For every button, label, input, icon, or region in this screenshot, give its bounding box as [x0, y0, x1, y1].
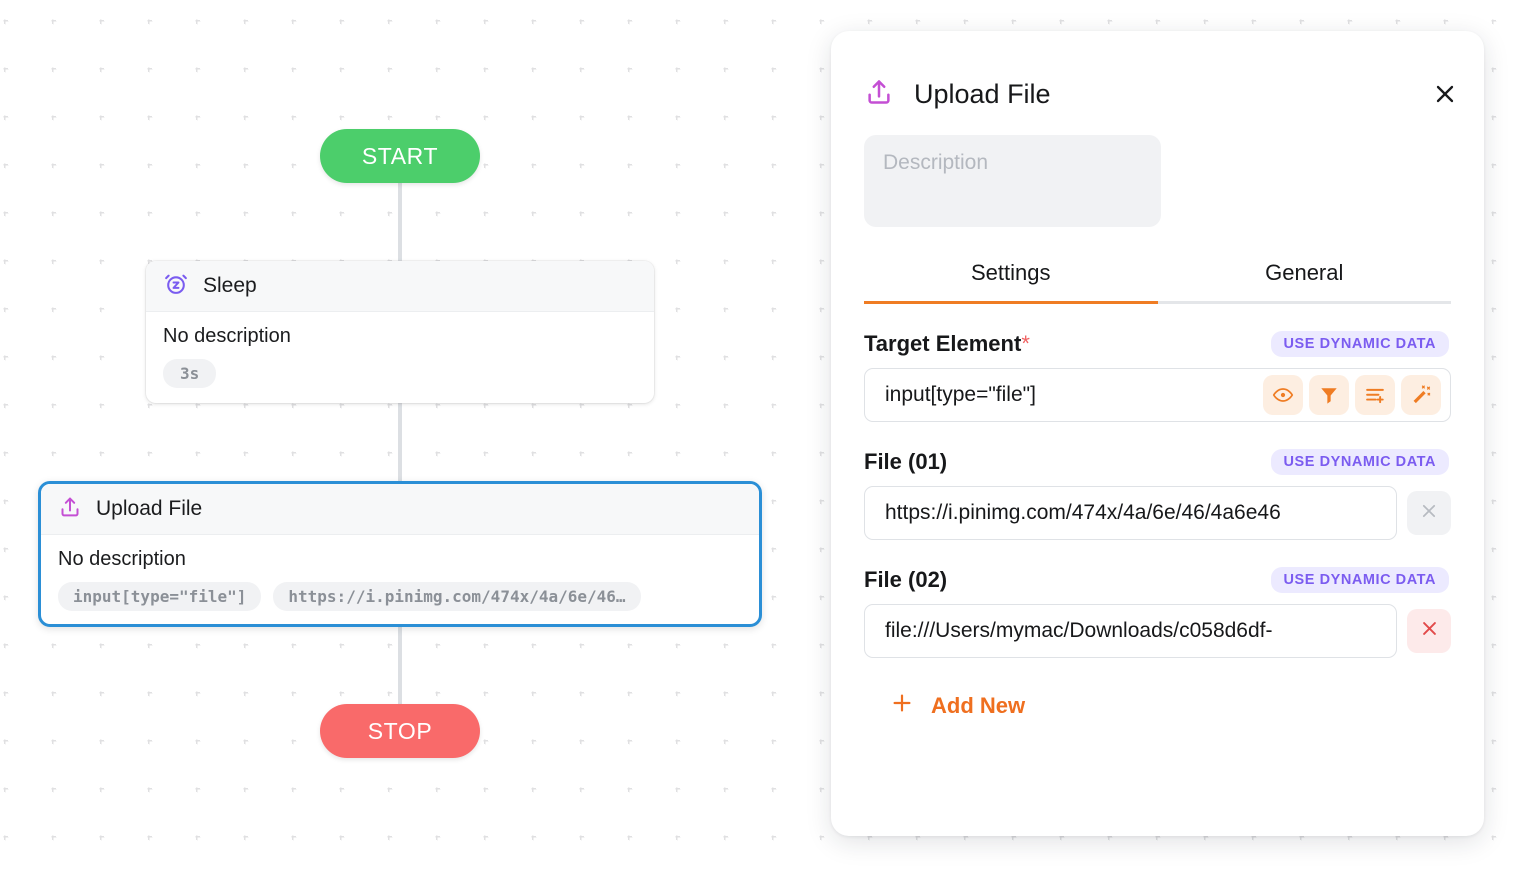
required-marker: *: [1021, 331, 1030, 356]
file-01-input-wrapper[interactable]: [864, 486, 1397, 540]
field-target-element-header: Target Element* USE DYNAMIC DATA: [864, 331, 1451, 357]
list-plus-icon[interactable]: [1355, 375, 1395, 415]
stop-node[interactable]: STOP: [320, 704, 480, 758]
upload-file-icon: [864, 77, 894, 112]
delete-file-02-button[interactable]: [1407, 609, 1451, 653]
start-node[interactable]: START: [320, 129, 480, 183]
target-element-tools: [1263, 375, 1441, 415]
flow-node-sleep-header: Sleep: [146, 261, 654, 312]
eye-icon[interactable]: [1263, 375, 1303, 415]
flow-node-sleep-description: No description: [163, 325, 291, 347]
add-new-file-button[interactable]: Add New: [864, 691, 1451, 720]
flow-node-upload-file-description: No description: [58, 548, 186, 570]
field-file-01-header: File (01) USE DYNAMIC DATA: [864, 449, 1451, 475]
tab-settings[interactable]: Settings: [864, 260, 1158, 304]
close-icon[interactable]: [1428, 77, 1462, 111]
filter-funnel-icon[interactable]: [1309, 375, 1349, 415]
add-new-label: Add New: [931, 692, 1026, 718]
page-title: Upload File: [914, 79, 1051, 109]
flow-node-sleep-title: Sleep: [203, 274, 257, 297]
flow-node-sleep[interactable]: Sleep No description 3s: [146, 261, 654, 403]
node-settings-panel: Upload File Settings General Target Elem…: [831, 31, 1484, 836]
field-file-02-label: File (02): [864, 567, 948, 592]
flow-node-upload-file-chips: input[type="file"] https://i.pinimg.com/…: [58, 582, 742, 611]
target-element-input[interactable]: [885, 383, 1263, 407]
upload-file-icon: [58, 495, 82, 524]
flow-node-upload-file-title: Upload File: [96, 497, 203, 520]
tab-general[interactable]: General: [1158, 260, 1452, 304]
target-element-input-wrapper[interactable]: [864, 368, 1451, 422]
field-file-01-row: [864, 486, 1451, 540]
file-02-input[interactable]: [885, 619, 1387, 643]
file-02-input-wrapper[interactable]: [864, 604, 1397, 658]
flow-node-upload-file[interactable]: Upload File No description input[type="f…: [38, 481, 762, 627]
connector-start-to-sleep: [398, 180, 402, 262]
panel-tabs: Settings General: [864, 260, 1451, 304]
use-dynamic-data-badge-target-element[interactable]: USE DYNAMIC DATA: [1270, 331, 1449, 357]
flow-node-upload-file-body: No description input[type="file"] https:…: [41, 535, 759, 611]
plus-icon: [890, 691, 914, 720]
alarm-clock-z-icon: [163, 271, 189, 302]
flow-node-chip-target-element: input[type="file"]: [58, 582, 262, 611]
settings-form: Target Element* USE DYNAMIC DATA input[t…: [831, 331, 1484, 720]
field-target-element: Target Element* USE DYNAMIC DATA: [864, 331, 1451, 422]
field-file-02: File (02) USE DYNAMIC DATA: [864, 567, 1451, 658]
connector-upload-to-stop: [398, 627, 402, 707]
connector-sleep-to-upload: [398, 401, 402, 483]
flow-node-chip-file-url: https://i.pinimg.com/474x/4a/6e/46…: [273, 582, 641, 611]
delete-file-01-button[interactable]: [1407, 491, 1451, 535]
file-01-input[interactable]: [885, 501, 1387, 525]
field-file-02-row: [864, 604, 1451, 658]
flow-node-upload-file-header: Upload File: [41, 484, 759, 535]
use-dynamic-data-badge-file-02[interactable]: USE DYNAMIC DATA: [1270, 567, 1449, 593]
field-file-01-label: File (01): [864, 449, 948, 474]
magic-wand-icon[interactable]: [1401, 375, 1441, 415]
start-node-label: START: [361, 142, 439, 169]
field-file-02-header: File (02) USE DYNAMIC DATA: [864, 567, 1451, 593]
panel-header: Upload File: [831, 31, 1484, 112]
flow-node-sleep-body: No description 3s: [146, 312, 654, 388]
field-target-element-label: Target Element*: [864, 331, 1030, 357]
field-target-element-row: [864, 368, 1451, 422]
field-target-element-label-text: Target Element: [864, 331, 1022, 356]
tab-active-indicator: [864, 301, 1158, 304]
stop-node-label: STOP: [367, 717, 433, 744]
close-icon: [1419, 501, 1439, 526]
app-root: START Sleep No description 3s Upload Fil…: [0, 0, 1516, 880]
field-file-01: File (01) USE DYNAMIC DATA: [864, 449, 1451, 540]
use-dynamic-data-badge-file-01[interactable]: USE DYNAMIC DATA: [1270, 449, 1449, 475]
flow-node-sleep-duration-chip: 3s: [163, 359, 217, 388]
close-icon: [1419, 618, 1440, 644]
flow-node-sleep-chips: 3s: [163, 359, 637, 388]
description-textarea[interactable]: [864, 135, 1161, 227]
